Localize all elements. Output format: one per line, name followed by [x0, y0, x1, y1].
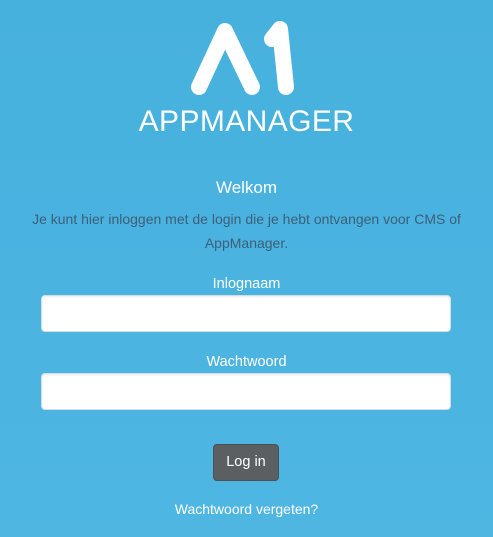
forgot-password-link[interactable]: Wachtwoord vergeten?: [0, 500, 493, 518]
logo-one-shape: [264, 21, 294, 95]
username-input[interactable]: [41, 295, 451, 332]
welcome-message: Je kunt hier inloggen met de login die j…: [32, 211, 461, 251]
password-label: Wachtwoord: [206, 354, 287, 370]
a1-logo-icon: [191, 21, 294, 95]
welcome-title: Welkom: [215, 178, 278, 197]
logo-a-shape: [191, 23, 260, 95]
username-label: Inlognaam: [212, 276, 281, 292]
login-button[interactable]: Log in: [213, 444, 279, 481]
brand-name: APPMANAGER: [138, 105, 355, 138]
appmanager-logo-icon: [185, 18, 303, 102]
password-input[interactable]: [41, 373, 451, 410]
